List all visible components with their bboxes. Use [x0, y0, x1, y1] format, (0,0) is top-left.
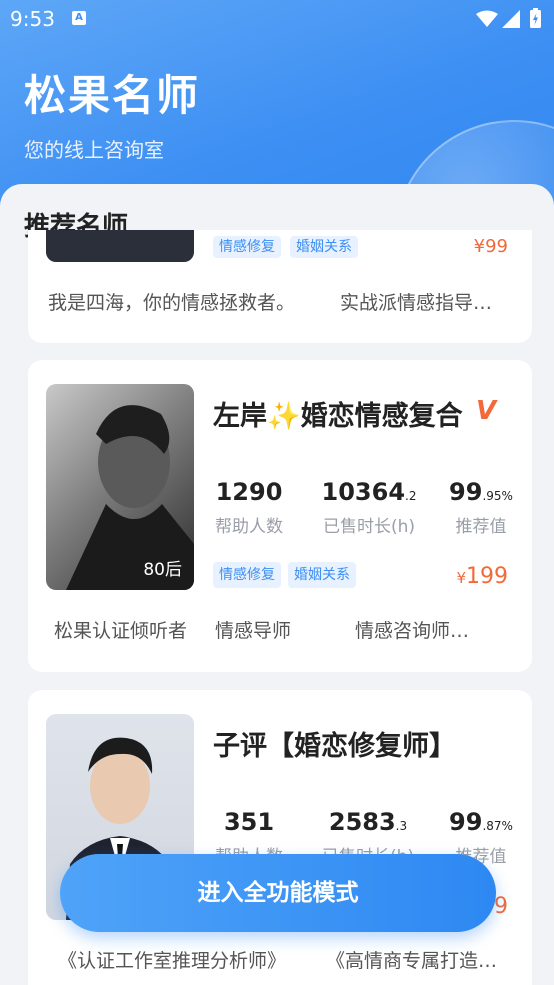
app-title: 松果名师 [24, 71, 201, 120]
stat-value: 1290 [215, 478, 283, 506]
price: ¥99 [473, 236, 508, 257]
stat-value: 351 [223, 808, 275, 836]
stat-label: 推荐值 [455, 517, 507, 537]
stat-value: 10364 [321, 478, 406, 506]
teacher-photo [46, 230, 194, 262]
stat-decimal: .95% [482, 489, 513, 503]
stat-value: 2583 [328, 808, 396, 836]
price: ¥199 [456, 564, 508, 589]
stat-decimal: .3 [395, 819, 408, 833]
stat-label: 已售时长(h) [322, 517, 416, 537]
stat-recommend: 99.95% 推荐值 [446, 478, 516, 537]
price-value: 199 [466, 564, 508, 589]
price: 9 [494, 894, 508, 919]
stat-value: 99 [449, 808, 483, 836]
tag: 情感修复 [213, 236, 281, 258]
credential-text: 情感导师 [215, 620, 292, 642]
stat-hours: 10364.2 已售时长(h) [314, 478, 424, 537]
stat-decimal: .87% [482, 819, 513, 833]
teacher-specialty: 婚恋情感复合 [300, 401, 463, 432]
signal-icon [502, 10, 520, 28]
app-subtitle: 您的线上咨询室 [24, 138, 164, 162]
tag: 情感修复 [213, 562, 281, 588]
credential-text: 《高情商专属打造… [326, 950, 498, 972]
age-badge: 80后 [143, 560, 182, 580]
tag: 婚姻关系 [290, 236, 358, 258]
teacher-name-main: 左岸 [213, 401, 267, 432]
sparkle-icon: ✨ [267, 401, 301, 432]
teacher-name: 子评【婚恋修复师】 [213, 731, 456, 762]
price-symbol: ¥ [456, 569, 466, 587]
stat-value: 99 [449, 478, 483, 506]
intro-text: 实战派情感指导… [340, 292, 493, 314]
tag: 婚姻关系 [288, 562, 356, 588]
teacher-card[interactable]: 子评【婚恋修复师】 351 帮助人数 2583.3 已售时长(h) 99.87%… [28, 690, 532, 985]
teacher-card[interactable]: 情感修复 婚姻关系 ¥99 我是四海，你的情感拯救者。 实战派情感指导… [28, 230, 532, 343]
intro-text: 我是四海，你的情感拯救者。 [48, 292, 296, 314]
notification-icon: A [72, 11, 86, 25]
teacher-photo: 80后 [46, 384, 194, 590]
enter-full-mode-button[interactable]: 进入全功能模式 [60, 854, 496, 932]
credential-text: 《认证工作室推理分析师》 [58, 950, 287, 972]
stat-helped: 1290 帮助人数 [214, 478, 284, 537]
teacher-card[interactable]: 80后 左岸✨婚恋情感复合 V 1290 帮助人数 10364.2 已售时长(h… [28, 360, 532, 672]
status-bar: 9:53 A [0, 0, 554, 40]
wifi-icon [476, 10, 498, 27]
verified-icon: V [476, 396, 497, 426]
status-time: 9:53 [10, 7, 55, 31]
credential-text: 松果认证倾听者 [54, 620, 188, 642]
credential-text: 情感咨询师… [355, 620, 470, 642]
stat-label: 帮助人数 [215, 517, 283, 537]
stat-decimal: .2 [405, 489, 417, 503]
battery-charging-icon [530, 8, 541, 28]
teacher-name: 左岸✨婚恋情感复合 [213, 394, 463, 433]
